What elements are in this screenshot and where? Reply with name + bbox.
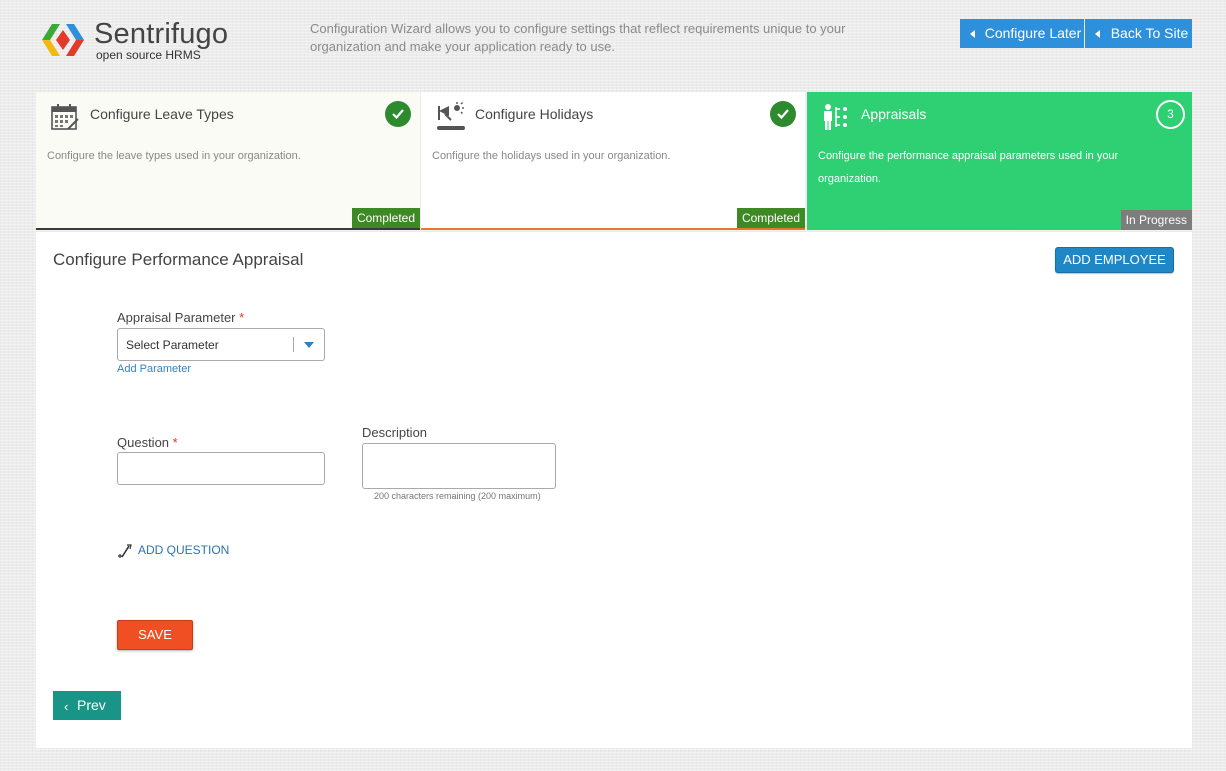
save-button[interactable]: SAVE xyxy=(117,620,193,650)
brand-name: Sentrifugo xyxy=(94,18,229,50)
brand-logo[interactable]: Sentrifugo open source HRMS xyxy=(38,18,258,66)
status-badge: In Progress xyxy=(1120,210,1192,230)
chevron-down-icon[interactable] xyxy=(304,342,314,348)
status-badge: Completed xyxy=(736,208,805,228)
brand-tagline: open source HRMS xyxy=(96,48,201,62)
configure-later-button[interactable]: Configure Later xyxy=(960,19,1084,48)
wizard-intro: Configuration Wizard allows you to confi… xyxy=(310,21,846,54)
appraisal-parameter-select[interactable]: Select Parameter xyxy=(117,328,325,361)
step-title: Configure Leave Types xyxy=(90,106,234,122)
check-icon xyxy=(385,101,411,127)
description-label: Description xyxy=(362,425,428,440)
label-text: Question xyxy=(117,435,170,450)
step-holidays[interactable]: Configure Holidays Configure the holiday… xyxy=(421,92,805,230)
step-description: Configure the holidays used in your orga… xyxy=(432,150,671,162)
add-question-icon xyxy=(118,544,132,558)
add-parameter-link[interactable]: Add Parameter xyxy=(117,363,191,375)
sentrifugo-logo-icon xyxy=(42,24,84,56)
step-appraisals[interactable]: Appraisals Configure the performance app… xyxy=(807,92,1192,230)
caret-left-icon xyxy=(970,30,975,38)
description-textarea[interactable] xyxy=(362,443,556,489)
select-value: Select Parameter xyxy=(126,338,219,352)
required-mark: * xyxy=(172,435,178,450)
add-question-label: ADD QUESTION xyxy=(138,543,230,557)
step-title: Configure Holidays xyxy=(475,106,594,122)
step-number: 3 xyxy=(1156,100,1185,129)
prev-button[interactable]: ‹ Prev xyxy=(53,691,121,720)
label-text: Appraisal Parameter xyxy=(117,310,236,325)
appraisal-parameter-label: Appraisal Parameter * xyxy=(117,310,244,325)
appraisal-form-panel: Configure Performance Appraisal ADD EMPL… xyxy=(36,232,1192,748)
back-to-site-button[interactable]: Back To Site xyxy=(1085,19,1192,48)
page-title: Configure Performance Appraisal xyxy=(53,250,304,269)
chevron-left-icon: ‹ xyxy=(64,699,69,714)
question-input[interactable] xyxy=(117,452,325,485)
caret-left-icon xyxy=(1095,30,1100,38)
step-description: Configure the performance appraisal para… xyxy=(818,150,1119,185)
configure-later-label: Configure Later xyxy=(984,25,1082,41)
check-icon xyxy=(770,101,796,127)
add-employee-button[interactable]: ADD EMPLOYEE xyxy=(1055,247,1174,273)
holiday-icon xyxy=(437,102,465,130)
step-leave-types[interactable]: Configure Leave Types Configure the leav… xyxy=(36,92,420,230)
step-description: Configure the leave types used in your o… xyxy=(47,150,301,162)
required-mark: * xyxy=(239,310,245,325)
prev-label: Prev xyxy=(77,697,106,713)
select-divider xyxy=(293,337,294,352)
characters-remaining: 200 characters remaining (200 maximum) xyxy=(374,491,541,501)
status-badge: Completed xyxy=(351,208,420,228)
back-to-site-label: Back To Site xyxy=(1110,25,1189,41)
calendar-icon xyxy=(51,104,79,130)
appraisal-icon xyxy=(824,104,847,130)
step-title: Appraisals xyxy=(861,106,927,122)
question-label: Question * xyxy=(117,435,178,450)
